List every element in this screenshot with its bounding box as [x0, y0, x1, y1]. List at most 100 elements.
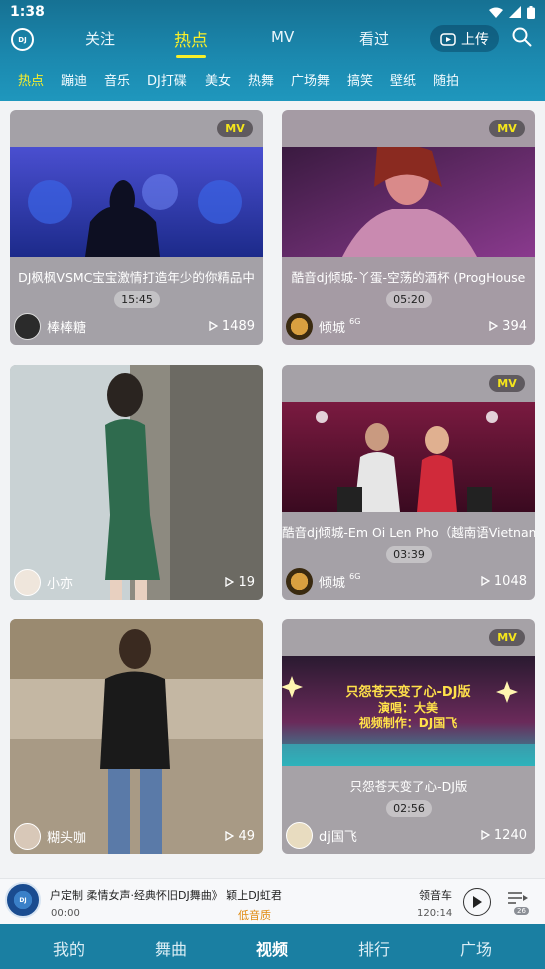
nav-dance-music[interactable]: 舞曲: [155, 936, 187, 960]
status-bar: 1:38: [0, 0, 545, 24]
play-count-value: 1489: [221, 318, 255, 334]
author-name[interactable]: 小亦: [47, 573, 225, 592]
author-row: 棒棒糖 1489: [14, 312, 255, 340]
play-count-value: 1240: [493, 827, 527, 843]
video-duration: 03:39: [386, 546, 432, 563]
play-count: 19: [225, 575, 255, 590]
play-count-icon: [225, 831, 235, 841]
author-name[interactable]: 棒棒糖: [47, 317, 209, 336]
play-count-value: 1048: [493, 573, 527, 589]
video-duration: 02:56: [386, 800, 432, 817]
video-card[interactable]: 小亦 19: [10, 365, 263, 600]
tab-follow[interactable]: 关注: [85, 28, 115, 49]
playlist-count-badge: 26: [514, 907, 529, 915]
status-icons: [489, 5, 535, 19]
album-cover[interactable]: DJ: [5, 882, 41, 918]
bottom-nav: 我的 舞曲 视频 排行 广场: [0, 924, 545, 969]
play-count: 49: [225, 829, 255, 844]
video-thumbnail: [10, 365, 263, 600]
mv-badge: MV: [489, 120, 525, 137]
network-tag: 6G: [349, 571, 361, 581]
video-thumbnail: [10, 147, 263, 257]
video-title: DJ枫枫VSMC宝宝激情打造年少的你精品中: [18, 270, 255, 285]
play-count-icon: [209, 321, 218, 331]
play-count: 1489: [209, 319, 255, 334]
audio-quality[interactable]: 低音质: [238, 907, 271, 923]
video-card[interactable]: MV 酷音dj倾城-丫蛋-空荡的酒杯 (ProgHouse 05:20 倾城 6…: [282, 110, 535, 345]
author-row: 倾城 6G 394: [286, 312, 527, 340]
play-icon: [473, 896, 482, 908]
author-row: 倾城 6G 1048: [286, 567, 527, 595]
thumbnail-producer-text: 视频制作：DJ国飞: [359, 715, 457, 730]
video-card[interactable]: MV 酷音dj倾城-Em Oi Len Pho（越南语Vietnam 03:39…: [282, 365, 535, 600]
wifi-icon: [489, 7, 503, 18]
mini-player[interactable]: DJ 户定制 柔情女声·经典怀旧DJ舞曲》 颖上DJ虹君 领音车 00:00 低…: [0, 878, 545, 924]
avatar[interactable]: [286, 312, 313, 340]
author-name[interactable]: 倾城 6G: [319, 317, 489, 336]
tab-mv[interactable]: MV: [271, 28, 294, 46]
logo-text: DJ: [18, 35, 27, 44]
play-count: 394: [489, 319, 527, 334]
avatar[interactable]: [14, 568, 41, 596]
category-music[interactable]: 音乐: [104, 70, 130, 89]
total-time: 120:14: [417, 908, 453, 919]
playlist-icon[interactable]: [508, 892, 528, 906]
tab-hot[interactable]: 热点: [174, 26, 208, 51]
thumbnail-title-text: 只怨苍天变了心-DJ版: [345, 684, 470, 700]
mv-badge: MV: [489, 375, 525, 392]
signal-icon: [509, 6, 521, 18]
play-count-value: 19: [238, 574, 255, 590]
play-count-icon: [489, 321, 499, 331]
author-name[interactable]: 糊头咖: [47, 827, 225, 846]
video-thumbnail: [10, 619, 263, 854]
category-casual[interactable]: 随拍: [433, 70, 459, 89]
avatar[interactable]: [14, 312, 41, 340]
app-header: 1:38 DJ 关注 热点 MV 看过 上传 热点 蹦迪 音乐 DJ打碟 美女 …: [0, 0, 545, 101]
play-button[interactable]: [463, 888, 491, 916]
category-dance[interactable]: 热舞: [248, 70, 274, 89]
category-beauty[interactable]: 美女: [205, 70, 231, 89]
play-count-icon: [481, 830, 490, 840]
play-count-value: 394: [502, 318, 527, 334]
nav-ranking[interactable]: 排行: [358, 936, 390, 960]
video-title: 酷音dj倾城-丫蛋-空荡的酒杯 (ProgHouse: [291, 270, 526, 285]
thumbnail-singer-text: 演唱：大美: [378, 700, 439, 715]
category-funny[interactable]: 搞笑: [347, 70, 373, 89]
battery-icon: [527, 5, 535, 19]
video-thumbnail: [282, 147, 535, 257]
category-square-dance[interactable]: 广场舞: [291, 70, 330, 89]
category-wallpaper[interactable]: 壁纸: [390, 70, 416, 89]
author-name[interactable]: dj国飞: [319, 826, 481, 845]
video-card[interactable]: 只怨苍天变了心-DJ版 演唱：大美 视频制作：DJ国飞 MV 只怨苍天变了心-D…: [282, 619, 535, 854]
avatar[interactable]: [286, 821, 313, 849]
video-duration: 15:45: [114, 291, 160, 308]
network-tag: 6G: [349, 316, 361, 326]
category-hot[interactable]: 热点: [18, 70, 44, 89]
video-thumbnail: [282, 402, 535, 512]
album-cover-text: DJ: [19, 896, 27, 904]
category-dj-mixing[interactable]: DJ打碟: [147, 70, 187, 89]
author-row: dj国飞 1240: [286, 821, 527, 849]
mv-badge: MV: [217, 120, 253, 137]
upload-button[interactable]: 上传: [430, 25, 499, 52]
nav-video[interactable]: 视频: [256, 936, 288, 960]
avatar[interactable]: [14, 822, 41, 850]
video-card[interactable]: MV DJ枫枫VSMC宝宝激情打造年少的你精品中 15:45 棒棒糖 1489: [10, 110, 263, 345]
author-name[interactable]: 倾城 6G: [319, 572, 481, 591]
upload-label: 上传: [461, 31, 489, 48]
play-count: 1240: [481, 828, 527, 843]
category-disco[interactable]: 蹦迪: [61, 70, 87, 89]
author-name-text: 倾城: [319, 320, 346, 336]
nav-mine[interactable]: 我的: [53, 936, 85, 960]
play-count-icon: [481, 576, 490, 586]
video-card[interactable]: 糊头咖 49: [10, 619, 263, 854]
avatar[interactable]: [286, 567, 313, 595]
nav-square[interactable]: 广场: [460, 936, 492, 960]
tab-history[interactable]: 看过: [359, 28, 389, 49]
mv-badge: MV: [489, 629, 525, 646]
author-row: 糊头咖 49: [14, 822, 255, 850]
now-playing-title[interactable]: 户定制 柔情女声·经典怀旧DJ舞曲》 颖上DJ虹君: [50, 887, 282, 903]
app-logo-icon[interactable]: DJ: [11, 28, 34, 51]
search-icon[interactable]: [512, 27, 532, 47]
status-time: 1:38: [10, 4, 45, 20]
